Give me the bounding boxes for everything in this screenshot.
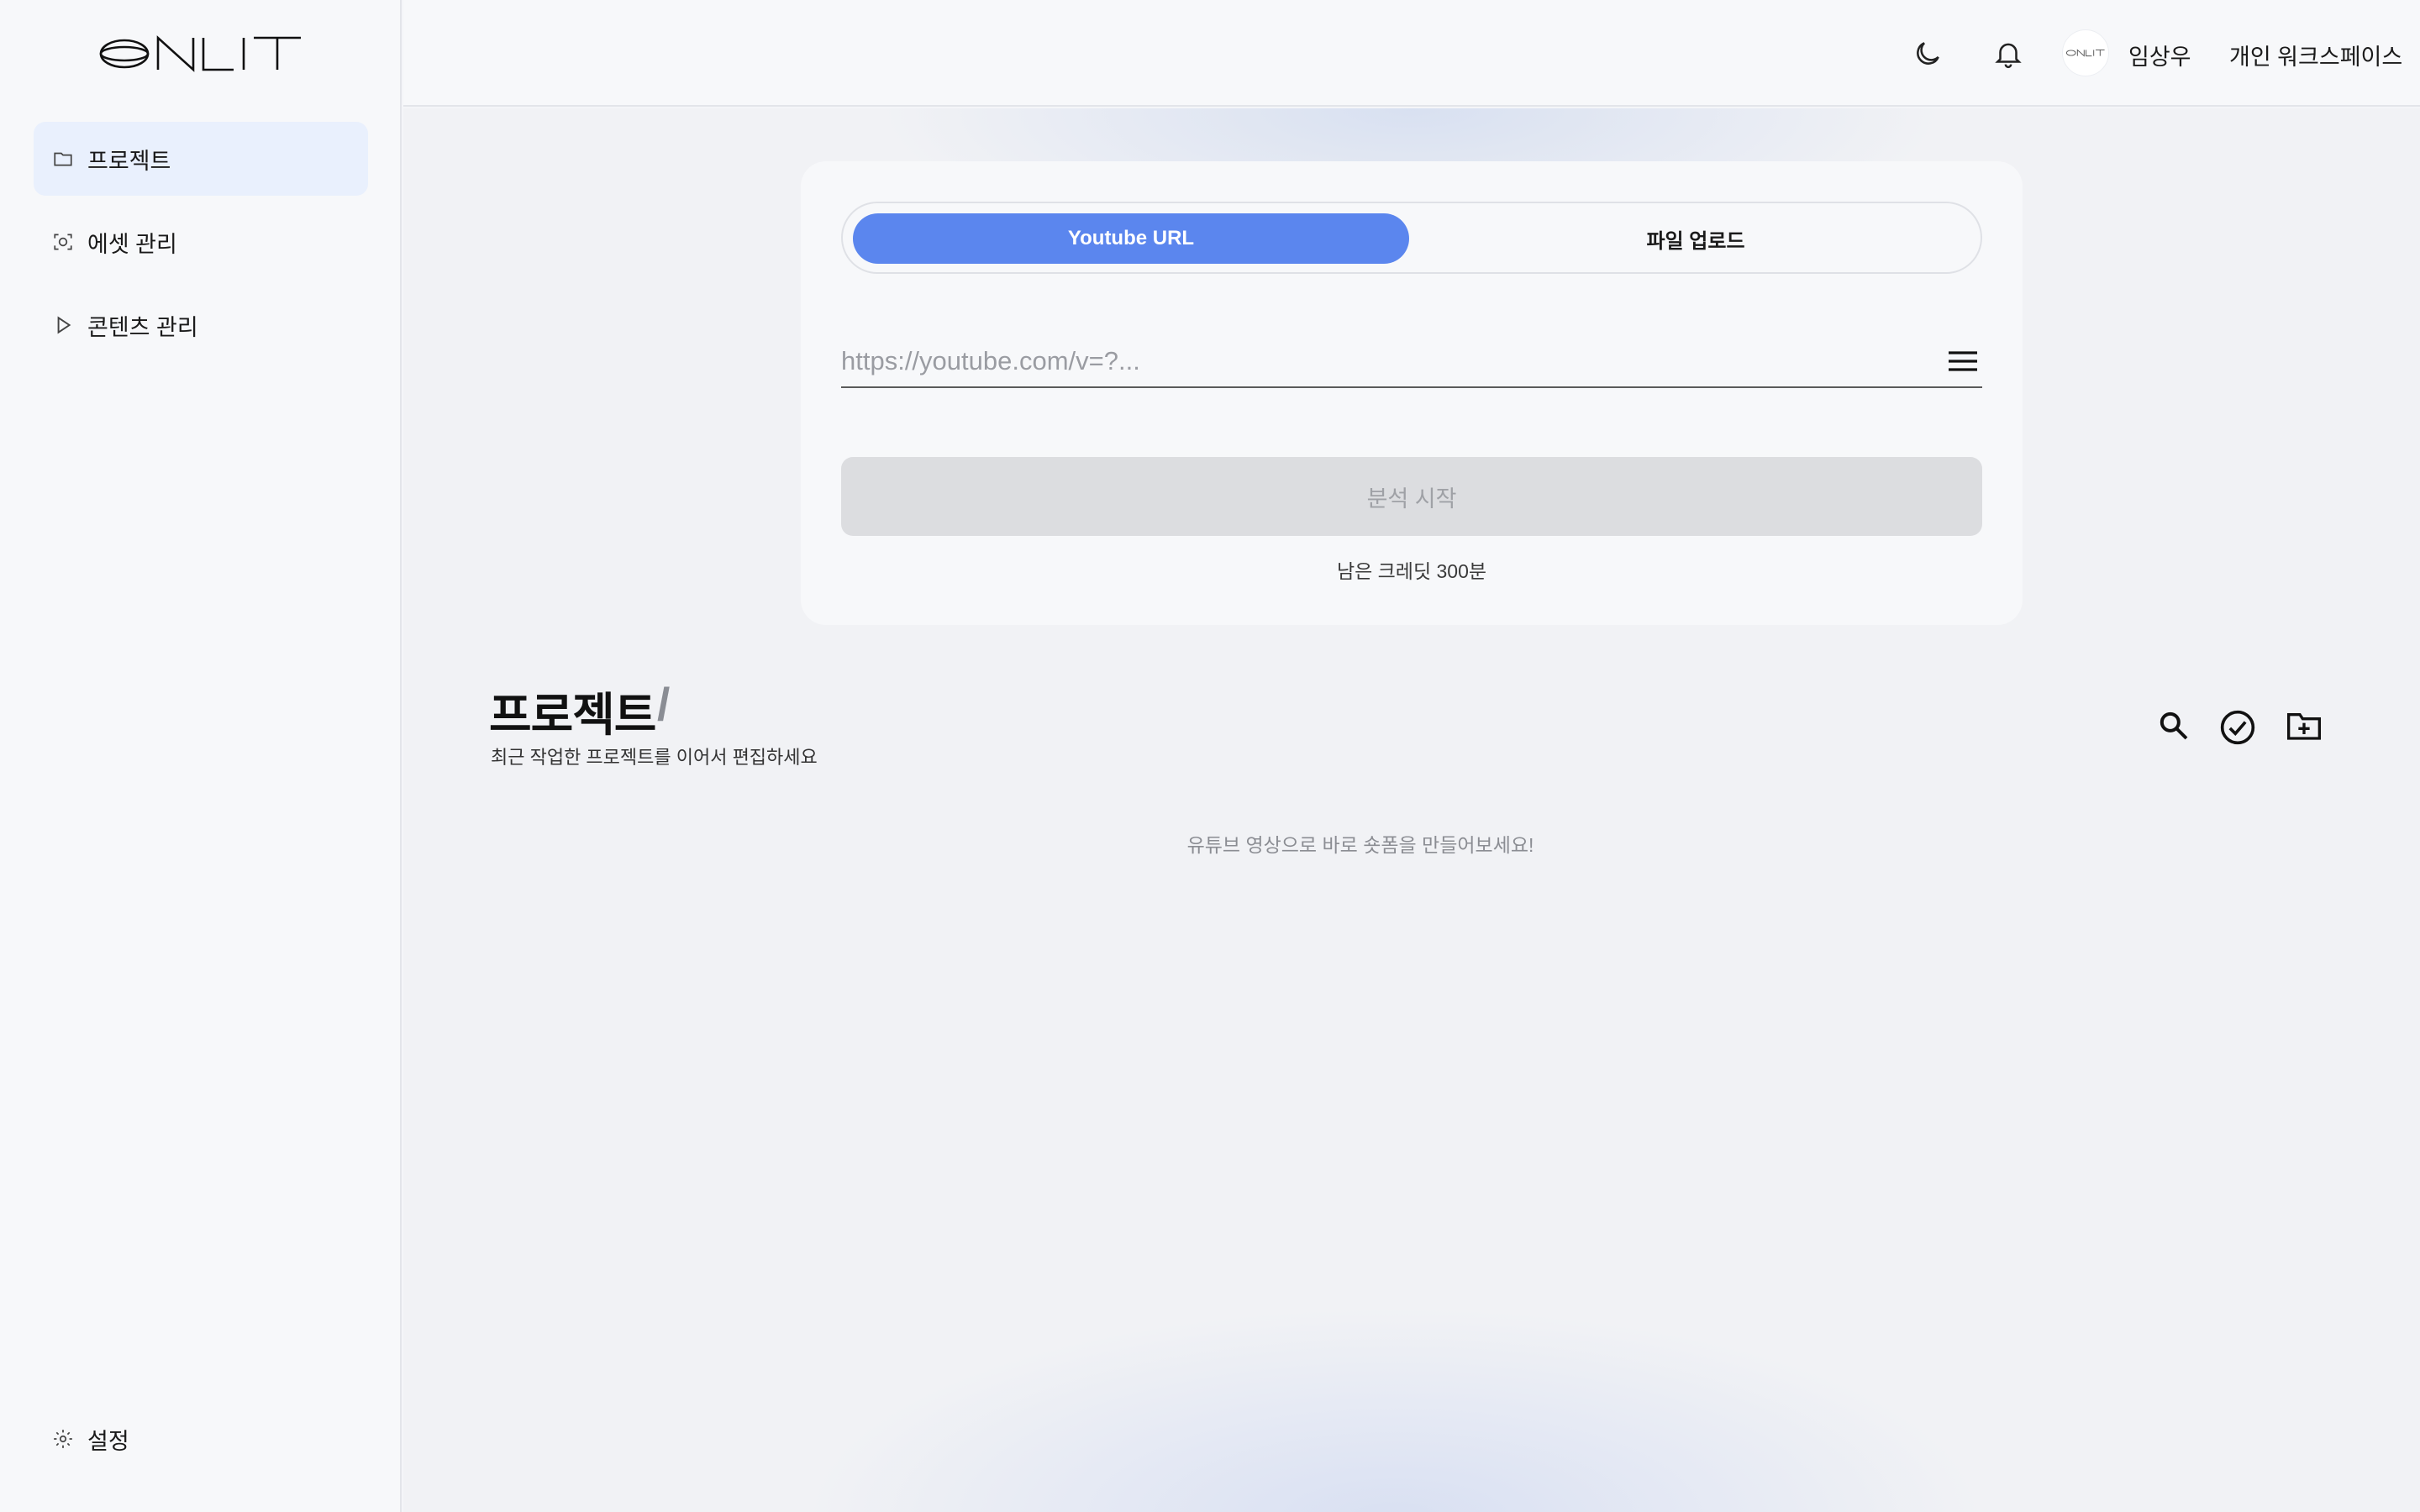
folder-icon	[52, 148, 74, 170]
url-input-wrapper	[841, 338, 1982, 388]
tab-youtube-url[interactable]: Youtube URL	[853, 213, 1409, 264]
sidebar-item-settings[interactable]: 설정	[34, 1402, 368, 1476]
sidebar-item-projects[interactable]: 프로젝트	[34, 122, 368, 196]
check-circle-icon[interactable]	[2219, 709, 2256, 746]
page-title: 프로젝트	[489, 689, 656, 741]
top-header: 임상우 개인 워크스페이스	[403, 0, 2420, 107]
remaining-credits: 남은 크레딧 300분	[1336, 560, 1487, 582]
analyze-button[interactable]: 분석 시작	[841, 457, 1982, 536]
bell-icon[interactable]	[1992, 37, 2024, 71]
play-icon	[52, 314, 74, 336]
empty-state-message: 유튜브 영상으로 바로 숏폼을 만들어보세요!	[1186, 834, 1534, 856]
search-icon[interactable]	[2157, 709, 2191, 743]
user-name[interactable]: 임상우	[2128, 39, 2191, 71]
sidebar-item-contents[interactable]: 콘텐츠 관리	[34, 288, 368, 362]
moon-icon[interactable]	[1912, 37, 1944, 71]
enlit-logo[interactable]	[99, 32, 302, 76]
add-folder-icon[interactable]	[2286, 709, 2323, 743]
sidebar: 프로젝트 에셋 관리 콘텐츠 관리 설정	[0, 0, 402, 1512]
youtube-url-input[interactable]	[841, 338, 1917, 385]
workspace-selector[interactable]: 개인 워크스페이스	[2229, 39, 2402, 71]
avatar[interactable]	[2062, 29, 2109, 76]
menu-icon[interactable]	[1947, 348, 1979, 375]
upload-card: Youtube URL 파일 업로드 분석 시작 남은 크레딧 300분	[801, 161, 2023, 625]
sidebar-item-label: 에셋 관리	[87, 231, 177, 257]
sidebar-item-label: 콘텐츠 관리	[87, 314, 198, 340]
tab-file-upload[interactable]: 파일 업로드	[1418, 213, 1974, 264]
page-subtitle: 최근 작업한 프로젝트를 이어서 편집하세요	[491, 747, 818, 768]
breadcrumb-separator: /	[657, 678, 671, 730]
asset-scan-icon	[52, 231, 74, 253]
source-toggle: Youtube URL 파일 업로드	[841, 202, 1982, 274]
sidebar-item-assets[interactable]: 에셋 관리	[34, 205, 368, 279]
gear-icon	[52, 1428, 74, 1450]
sidebar-item-label: 프로젝트	[87, 148, 171, 174]
sidebar-item-label: 설정	[87, 1428, 129, 1454]
